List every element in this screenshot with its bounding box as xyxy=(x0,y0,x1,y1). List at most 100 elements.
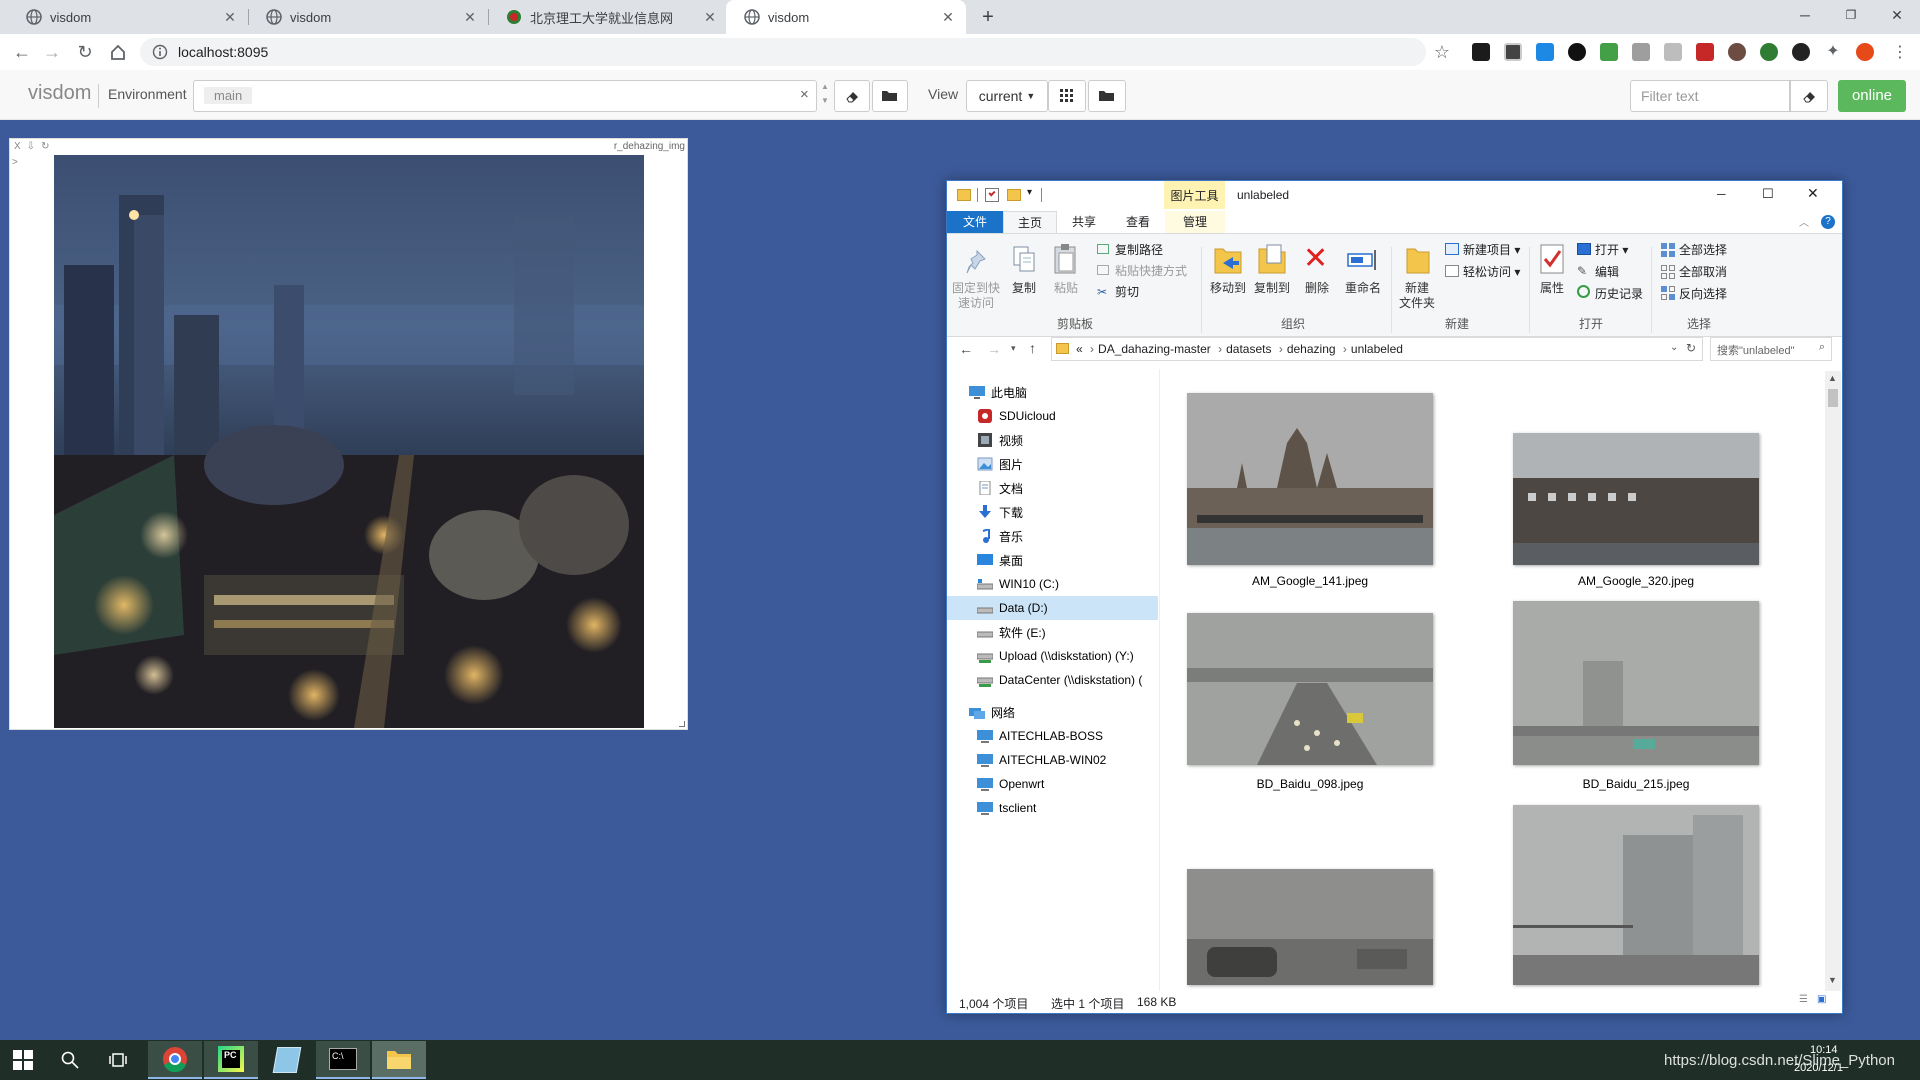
delete-button[interactable]: 删除 xyxy=(1299,281,1335,296)
close-tab-icon[interactable]: ✕ xyxy=(222,9,238,26)
details-view-icon[interactable]: ☰ xyxy=(1799,994,1808,1005)
recent-locations-icon[interactable]: ▾ xyxy=(1011,343,1016,354)
back-arrow-icon[interactable]: ← xyxy=(959,341,973,357)
nav-item-this-pc[interactable]: 此电脑 xyxy=(947,380,1159,404)
tab-manage[interactable]: 管理 xyxy=(1165,211,1225,233)
nav-item-drive-e[interactable]: 软件 (E:) xyxy=(947,620,1159,644)
history-button[interactable]: 历史记录 xyxy=(1595,285,1643,302)
extension-icon[interactable] xyxy=(1504,43,1522,61)
back-arrow-icon[interactable]: ← xyxy=(10,40,34,64)
pin-to-quick-access-button[interactable]: 固定到快 速访问 xyxy=(951,281,1001,311)
copy-to-button[interactable]: 复制到 xyxy=(1249,281,1295,296)
tab-file[interactable]: 文件 xyxy=(947,211,1003,233)
help-icon[interactable]: ? xyxy=(1821,215,1835,229)
extensions-puzzle-icon[interactable]: ✦ xyxy=(1824,43,1842,61)
breadcrumb-item[interactable]: unlabeled xyxy=(1351,342,1403,356)
extension-icon[interactable] xyxy=(1632,43,1650,61)
scroll-down-arrow-icon[interactable]: ▼ xyxy=(1828,975,1837,985)
search-icon[interactable] xyxy=(46,1041,94,1079)
breadcrumb-overflow[interactable]: « xyxy=(1076,342,1083,356)
visdom-brand[interactable]: visdom xyxy=(28,82,91,105)
environment-tag[interactable]: main xyxy=(204,87,253,104)
restore-window-icon[interactable]: ❐ xyxy=(1828,0,1874,30)
close-window-icon[interactable]: ✕ xyxy=(1807,185,1819,202)
browser-tab[interactable]: visdom ✕ xyxy=(248,0,488,34)
nav-item-drive-c[interactable]: WIN10 (C:) xyxy=(947,572,1159,596)
scrollbar-thumb[interactable] xyxy=(1828,389,1838,407)
file-name[interactable]: BD_Baidu_215.jpeg xyxy=(1513,777,1759,791)
invert-selection-button[interactable]: 反向选择 xyxy=(1679,285,1727,302)
file-thumbnail[interactable] xyxy=(1513,433,1759,565)
reload-icon[interactable]: ↻ xyxy=(73,40,97,64)
extension-icon[interactable] xyxy=(1536,43,1554,61)
breadcrumb-item[interactable]: dehazing xyxy=(1287,342,1336,356)
move-to-button[interactable]: 移动到 xyxy=(1205,281,1251,296)
paste-button[interactable]: 粘贴 xyxy=(1047,281,1085,296)
close-window-icon[interactable]: ✕ xyxy=(1874,0,1920,30)
tab-share[interactable]: 共享 xyxy=(1057,211,1111,233)
environment-select[interactable]: main × xyxy=(193,80,817,112)
nav-item-network[interactable]: 网络 xyxy=(947,700,1159,724)
folder-open-icon[interactable] xyxy=(872,80,908,112)
info-icon[interactable] xyxy=(152,44,168,60)
open-button[interactable]: 打开 ▾ xyxy=(1595,241,1628,258)
paste-shortcut-button[interactable]: 粘贴快捷方式 xyxy=(1115,262,1187,279)
minimize-window-icon[interactable]: ─ xyxy=(1782,0,1828,30)
search-box[interactable]: 搜索"unlabeled" ⌕ xyxy=(1710,337,1832,361)
file-thumbnail[interactable] xyxy=(1187,613,1433,765)
clear-environment-icon[interactable]: × xyxy=(800,86,809,103)
new-tab-button[interactable]: + xyxy=(976,5,1000,29)
browser-tab[interactable]: visdom ✕ xyxy=(8,0,248,34)
new-folder-button[interactable]: 新建 文件夹 xyxy=(1393,281,1441,311)
properties-button[interactable]: 属性 xyxy=(1535,281,1569,296)
terminal-taskbar-icon[interactable]: C:\ xyxy=(316,1041,370,1079)
extension-icon[interactable] xyxy=(1728,43,1746,61)
expand-caret-icon[interactable]: > xyxy=(12,157,18,168)
notepad-taskbar-icon[interactable] xyxy=(260,1041,314,1079)
grid-layout-icon[interactable] xyxy=(1048,80,1086,112)
up-arrow-icon[interactable]: ↑ xyxy=(1029,340,1036,356)
nav-item-datacenter-share[interactable]: DataCenter (\\diskstation) ( xyxy=(947,668,1159,692)
new-folder-icon[interactable] xyxy=(1007,189,1021,201)
breadcrumb-item[interactable]: datasets xyxy=(1226,342,1271,356)
minimize-window-icon[interactable]: ─ xyxy=(1717,187,1726,201)
nav-item-computer[interactable]: tsclient xyxy=(947,796,1159,820)
eraser-icon[interactable] xyxy=(1790,80,1828,112)
extension-icon[interactable] xyxy=(1568,43,1586,61)
nav-item-computer[interactable]: Openwrt xyxy=(947,772,1159,796)
cut-button[interactable]: 剪切 xyxy=(1115,283,1139,300)
evernote-extension-icon[interactable] xyxy=(1760,43,1778,61)
nav-item-upload-share[interactable]: Upload (\\diskstation) (Y:) xyxy=(947,644,1159,668)
folder-open-icon[interactable] xyxy=(1088,80,1126,112)
scroll-arrows-icon[interactable]: ▲ ▼ xyxy=(818,80,832,112)
pycharm-taskbar-icon[interactable]: PC xyxy=(204,1041,258,1079)
close-tab-icon[interactable]: ✕ xyxy=(702,9,718,26)
search-icon[interactable]: ⌕ xyxy=(1819,341,1825,354)
visdom-image-pane[interactable]: X⇩↻ r_dehazing_img > xyxy=(9,138,688,730)
nav-item-computer[interactable]: AITECHLAB-WIN02 xyxy=(947,748,1159,772)
view-select[interactable]: current ▼ xyxy=(966,80,1048,112)
select-none-button[interactable]: 全部取消 xyxy=(1679,263,1727,280)
chrome-taskbar-icon[interactable] xyxy=(148,1041,202,1079)
copy-button[interactable]: 复制 xyxy=(1007,281,1041,296)
nav-item-computer[interactable]: AITECHLAB-BOSS xyxy=(947,724,1159,748)
file-thumbnail[interactable] xyxy=(1513,601,1759,765)
profile-avatar[interactable] xyxy=(1856,43,1874,61)
select-all-button[interactable]: 全部选择 xyxy=(1679,241,1727,258)
refresh-icon[interactable]: ↻ xyxy=(1686,341,1696,355)
forward-arrow-icon[interactable]: → xyxy=(40,40,64,64)
file-name[interactable]: AM_Google_320.jpeg xyxy=(1513,574,1759,588)
file-name[interactable]: BD_Baidu_098.jpeg xyxy=(1187,777,1433,791)
file-name[interactable]: AM_Google_141.jpeg xyxy=(1187,574,1433,588)
extension-icon[interactable] xyxy=(1792,43,1810,61)
address-dropdown-icon[interactable]: ⌄ xyxy=(1670,342,1678,353)
scroll-up-arrow-icon[interactable]: ▲ xyxy=(1828,373,1837,383)
menu-kebab-icon[interactable]: ⋮ xyxy=(1888,40,1912,64)
browser-tab-active[interactable]: visdom ✕ xyxy=(726,0,966,34)
pdf-extension-icon[interactable] xyxy=(1696,43,1714,61)
large-icons-view-icon[interactable]: ▣ xyxy=(1817,994,1826,1005)
nav-item-sduicloud[interactable]: SDUicloud xyxy=(947,404,1159,428)
online-status-button[interactable]: online xyxy=(1838,80,1906,112)
nav-item-music[interactable]: 音乐 xyxy=(947,524,1159,548)
file-explorer-taskbar-icon[interactable] xyxy=(372,1041,426,1079)
